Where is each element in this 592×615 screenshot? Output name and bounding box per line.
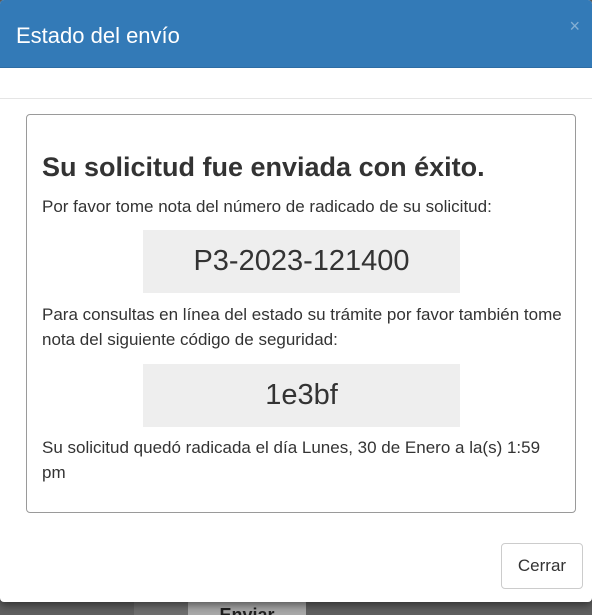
confirmation-panel: Su solicitud fue enviada con éxito. Por … [26,114,576,513]
security-code: 1e3bf [143,364,460,427]
status-modal: Estado del envío × Su solicitud fue envi… [0,0,592,602]
success-heading: Su solicitud fue enviada con éxito. [42,152,485,182]
modal-title: Estado del envío [16,23,180,48]
close-button[interactable]: Cerrar [501,543,583,589]
security-note: Para consultas en línea del estado su tr… [42,305,562,349]
background-strip [134,600,188,615]
radicado-note: Por favor tome nota del número de radica… [42,197,492,216]
radicado-number: P3-2023-121400 [143,230,460,293]
close-icon[interactable]: × [569,16,580,36]
modal-body-top [0,68,592,99]
background-submit-button: Enviar [188,600,306,615]
modal-header: Estado del envío × [0,0,592,68]
filed-date-text: Su solicitud quedó radicada el día Lunes… [42,438,541,482]
